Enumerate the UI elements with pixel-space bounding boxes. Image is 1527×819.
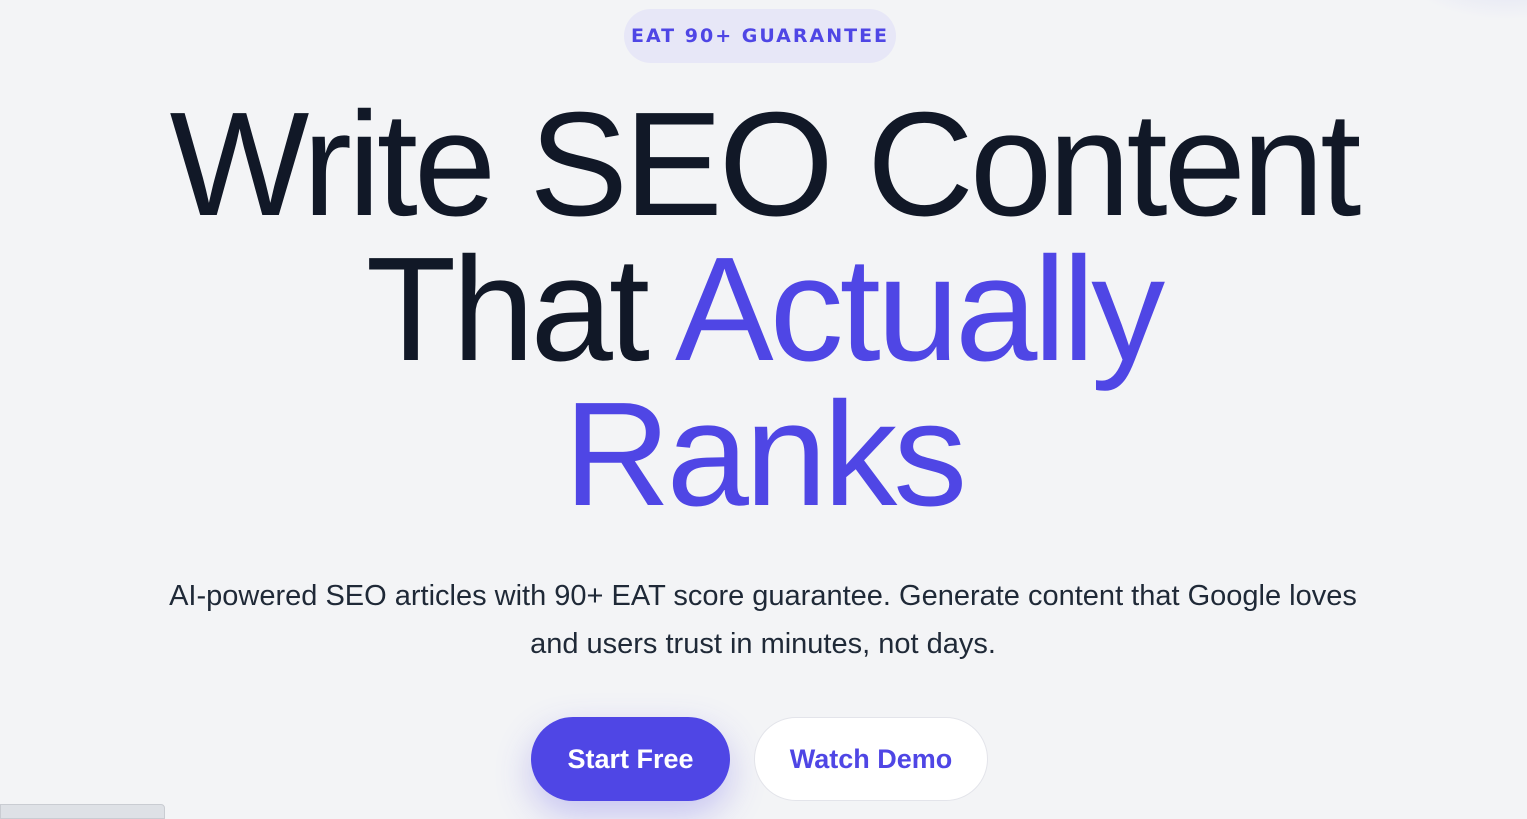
headline-accent-actually: Actually	[674, 227, 1165, 392]
headline-accent-ranks: Ranks	[563, 372, 968, 537]
headline-line-1: Write SEO Content	[169, 82, 1362, 247]
start-free-button-label: Start Free	[567, 743, 694, 774]
watch-demo-button-label: Watch Demo	[789, 743, 953, 774]
guarantee-badge-label: EAT 90+ GUARANTEE	[630, 25, 890, 47]
start-free-button[interactable]: Start Free	[531, 717, 730, 801]
hero-subtitle: AI-powered SEO articles with 90+ EAT sco…	[169, 580, 1357, 660]
watch-demo-button[interactable]: Watch Demo	[754, 717, 988, 801]
headline-plain-text: That	[365, 227, 675, 392]
headline-line-2: That Actually	[0, 236, 1527, 384]
decorative-glow	[1397, 0, 1527, 20]
status-bar-url: ...	[0, 804, 165, 819]
landing-page: EAT 90+ GUARANTEE Write SEO Content That…	[0, 0, 1527, 819]
guarantee-badge: EAT 90+ GUARANTEE	[624, 9, 896, 63]
hero-headline: Write SEO Content That Actually Ranks	[0, 82, 1527, 537]
